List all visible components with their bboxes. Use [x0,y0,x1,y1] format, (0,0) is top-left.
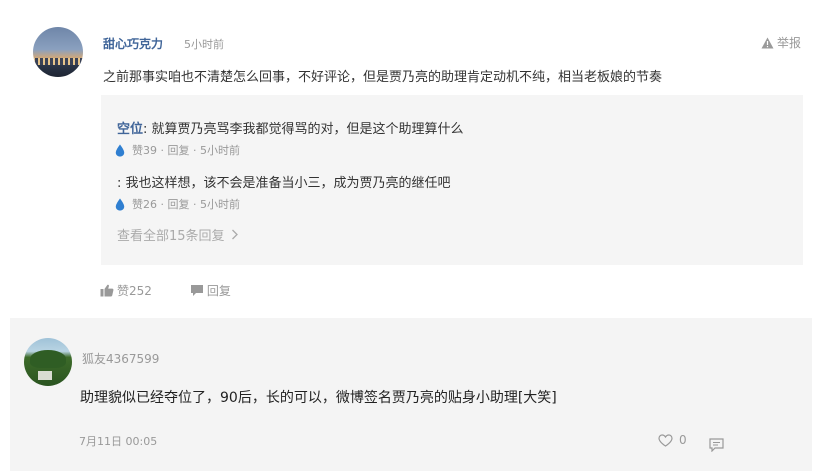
like-count: 赞252 [117,284,152,298]
dot-separator: · [189,197,200,211]
thumbs-up-icon [100,284,114,297]
reply-button[interactable]: 回复 [190,282,231,299]
reply-content: 就算贾乃亮骂李我都觉得骂的对，但是这个助理算什么 [147,122,464,137]
speech-bubble-icon [190,285,203,296]
comment-username[interactable]: 狐友4367599 [82,350,159,367]
reply-button[interactable]: 回复 [168,196,190,212]
reply-meta: 赞39 · 回复 · 5小时前 [115,142,240,158]
water-drop-icon[interactable] [115,198,125,211]
avatar[interactable] [33,27,83,77]
reply-timestamp: 5小时前 [200,144,240,157]
chevron-right-icon [231,229,238,240]
avatar-house [38,371,52,380]
dot-separator: · [157,143,168,157]
comment-body: 助理貌似已经夺位了，90后，长的可以，微博签名贾乃亮的贴身小助理[大笑] [80,390,557,406]
like-count: 0 [679,433,687,447]
comment-card: 甜心巧克力 5小时前 举报 之前那事实咱也不清楚怎么回事，不好评论，但是贾乃亮的… [0,0,822,318]
comment-body: 之前那事实咱也不清楚怎么回事，不好评论，但是贾乃亮的助理肯定动机不纯，相当老板娘… [103,70,663,85]
reply-text: : 我也这样想，该不会是准备当小三，成为贾乃亮的继任吧 [117,172,451,191]
heart-outline-icon [658,433,673,447]
reply-timestamp: 5小时前 [200,198,240,211]
reply-content: 我也这样想，该不会是准备当小三，成为贾乃亮的继任吧 [121,176,451,191]
dot-separator: · [157,197,168,211]
comment-timestamp: 7月11日 00:05 [79,435,158,448]
view-all-replies-link[interactable]: 查看全部15条回复 [117,225,239,244]
reply-label: 回复 [206,284,231,298]
avatar-tree [30,350,66,368]
dot-separator: · [189,143,200,157]
report-label: 举报 [777,36,802,50]
avatar-city-lights [33,58,83,65]
comment-icon [709,438,724,453]
reply-like-count: 赞39 [132,144,157,157]
reply-author[interactable]: 空位 [117,122,143,137]
comment-username[interactable]: 甜心巧克力 [103,35,163,52]
report-button[interactable]: 举报 [761,34,801,51]
reply-button[interactable]: 回复 [168,142,190,158]
comment-timestamp: 5小时前 [184,38,224,51]
warning-icon [761,37,774,48]
reply-text: 空位: 就算贾乃亮骂李我都觉得骂的对，但是这个助理算什么 [117,118,464,137]
reply-meta: 赞26 · 回复 · 5小时前 [115,196,240,212]
comment-actions: 赞252 回复 [100,282,231,299]
comment-button[interactable] [709,437,724,456]
view-all-label: 查看全部15条回复 [117,229,225,244]
like-button[interactable]: 赞252 [100,282,152,299]
replies-panel: 空位: 就算贾乃亮骂李我都觉得骂的对，但是这个助理算什么 赞39 · 回复 · … [101,95,803,265]
like-button[interactable]: 0 [658,433,687,447]
water-drop-icon[interactable] [115,144,125,157]
avatar[interactable] [24,338,72,386]
comment-card: 狐友4367599 助理貌似已经夺位了，90后，长的可以，微博签名贾乃亮的贴身小… [10,318,812,471]
reply-like-count: 赞26 [132,198,157,211]
